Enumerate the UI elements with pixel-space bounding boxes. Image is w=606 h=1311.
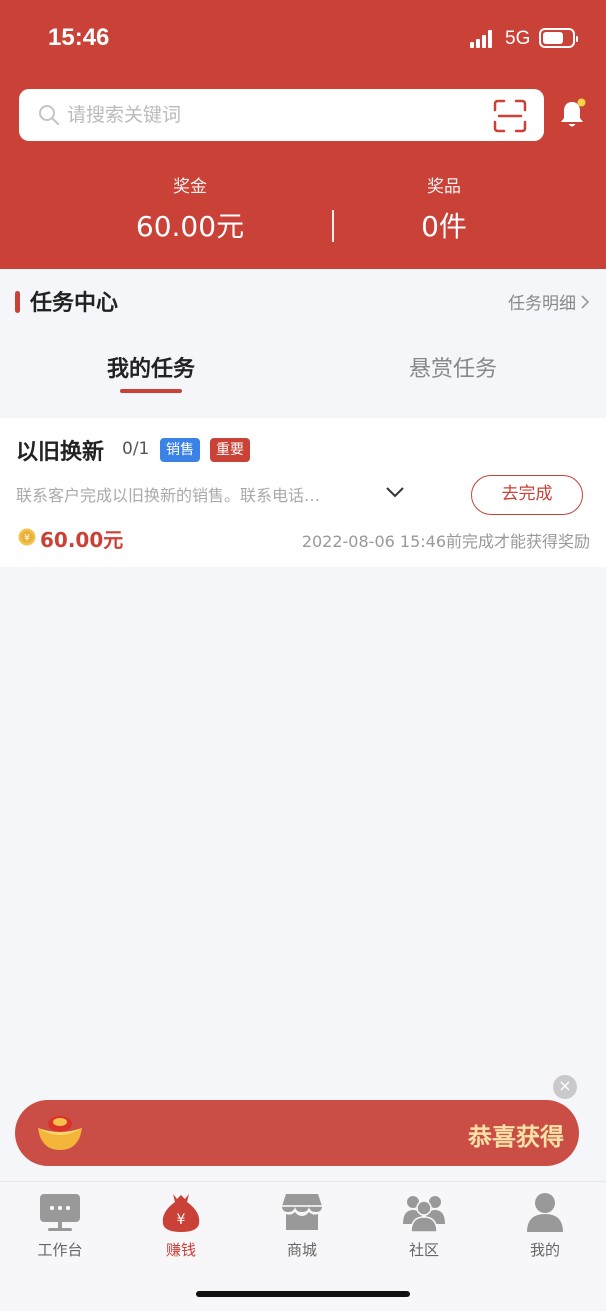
bonus-label: 奖金 (173, 177, 207, 197)
gold-ingot-icon (38, 1116, 82, 1150)
workbench-icon (40, 1194, 80, 1231)
nav-item-profile[interactable]: 我的 (495, 1190, 595, 1260)
community-icon (403, 1196, 445, 1233)
task-detail-label: 任务明细 (508, 294, 576, 314)
store-icon (282, 1194, 322, 1230)
status-bar: 15:46 5G (0, 0, 606, 78)
search-input[interactable] (67, 89, 477, 141)
home-indicator (196, 1291, 410, 1297)
task-progress: 0/1 (122, 439, 150, 459)
close-icon[interactable]: × (553, 1075, 577, 1099)
task-detail-link[interactable]: 任务明细 (508, 289, 590, 314)
search-icon (39, 105, 59, 125)
bonus-value: 60.00元 (135, 210, 245, 243)
bonus-stat[interactable]: 奖金 60.00元 (90, 172, 290, 245)
prize-value: 0件 (421, 210, 467, 243)
prize-label: 奖品 (427, 177, 461, 197)
stats-divider (332, 210, 334, 242)
nav-label-store: 商城 (286, 1241, 317, 1259)
svg-text:¥: ¥ (177, 1212, 186, 1228)
battery-icon (539, 28, 578, 48)
nav-label-profile: 我的 (529, 1241, 560, 1259)
nav-label-community: 社区 (408, 1241, 439, 1259)
summary-stats: 奖金 60.00元 奖品 0件 (0, 172, 606, 252)
tab-reward-tasks[interactable]: 悬赏任务 (400, 351, 506, 383)
battery-level (543, 32, 563, 44)
section-title: 任务中心 (30, 291, 119, 316)
chevron-down-icon[interactable] (384, 484, 406, 500)
tab-my-tasks[interactable]: 我的任务 (98, 351, 204, 383)
section-accent-bar (15, 291, 20, 313)
header: 15:46 5G 奖金 60.00元 (0, 0, 606, 269)
prize-stat[interactable]: 奖品 0件 (344, 172, 544, 245)
nav-item-community[interactable]: 社区 (374, 1190, 474, 1260)
network-label: 5G (505, 28, 531, 49)
task-description: 联系客户完成以旧换新的销售。联系电话… (16, 486, 321, 505)
coin-icon: ¥ (18, 528, 36, 546)
nav-item-earn[interactable]: ¥ 赚钱 (131, 1190, 231, 1260)
nav-item-store[interactable]: 商城 (252, 1190, 352, 1260)
nav-label-workbench: 工作台 (37, 1241, 83, 1259)
task-card[interactable]: 以旧换新 0/1 销售 重要 联系客户完成以旧换新的销售。联系电话… 去完成 ¥… (0, 418, 606, 567)
notification-bell-icon[interactable] (558, 98, 586, 130)
signal-icon (470, 30, 496, 48)
go-complete-button[interactable]: 去完成 (471, 475, 583, 515)
task-reward: 60.00元 (40, 528, 124, 552)
svg-text:¥: ¥ (24, 534, 30, 544)
reward-banner[interactable]: 恭喜获得 (15, 1100, 579, 1166)
chevron-right-icon (581, 294, 590, 309)
search-bar[interactable] (19, 89, 544, 141)
nav-item-workbench[interactable]: 工作台 (10, 1190, 110, 1260)
status-time: 15:46 (48, 24, 110, 51)
banner-text: 恭喜获得 (468, 1123, 564, 1151)
money-bag-icon: ¥ (162, 1194, 200, 1232)
profile-icon (527, 1193, 563, 1232)
tag-important: 重要 (210, 438, 250, 462)
tag-sales: 销售 (160, 438, 200, 462)
task-deadline: 2022-08-06 15:46前完成才能获得奖励 (301, 532, 590, 551)
active-tab-indicator (120, 389, 182, 393)
nav-label-earn: 赚钱 (165, 1241, 196, 1259)
notification-dot (577, 98, 586, 107)
task-title: 以旧换新 (16, 440, 105, 465)
scan-icon[interactable] (493, 99, 527, 133)
task-center-section: 任务中心 任务明细 我的任务 悬赏任务 (0, 269, 606, 419)
